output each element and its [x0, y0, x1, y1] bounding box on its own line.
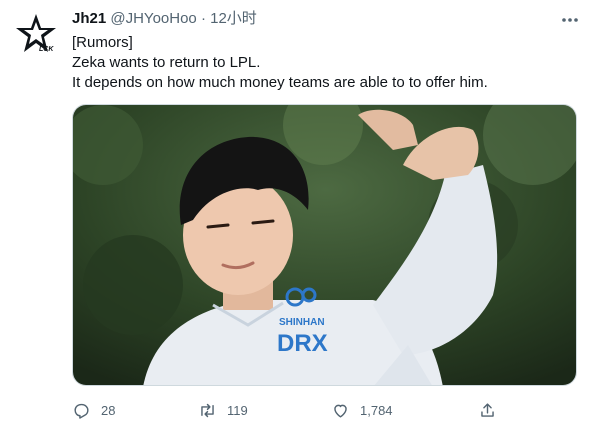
share-button[interactable]: [478, 398, 497, 422]
separator: ·: [200, 10, 206, 27]
tweet-header: Jh21 @JHYooHoo · 12小时: [72, 9, 257, 29]
retweet-count: 119: [227, 402, 248, 418]
handle[interactable]: @JHYooHoo: [110, 10, 196, 27]
like-count: 1,784: [360, 402, 393, 418]
like-button[interactable]: 1,784: [331, 398, 393, 422]
like-icon: [334, 404, 347, 418]
avatar-text: LCK: [39, 46, 54, 53]
tweet-line: Zeka wants to return to LPL.: [72, 54, 261, 71]
share-icon: [481, 402, 494, 417]
tweet-actions: 28 119 1,784: [72, 398, 577, 422]
reply-count: 28: [101, 402, 116, 418]
more-icon: [562, 18, 578, 22]
avatar[interactable]: LCK: [12, 10, 60, 58]
jersey-team-text: DRX: [277, 330, 328, 357]
reply-icon: [74, 403, 89, 419]
lck-logo-icon: LCK: [12, 10, 60, 58]
player-photo: SHINHAN DRX: [73, 105, 576, 385]
tweet-media-image[interactable]: SHINHAN DRX: [72, 104, 577, 386]
reply-button[interactable]: 28: [72, 398, 115, 422]
tweet-text: [Rumors] Zeka wants to return to LPL. It…: [72, 33, 488, 93]
display-name[interactable]: Jh21: [72, 10, 106, 27]
more-options-button[interactable]: [560, 10, 580, 30]
retweet-icon: [201, 403, 214, 417]
retweet-button[interactable]: 119: [198, 398, 248, 422]
jersey-sponsor-text: SHINHAN: [279, 317, 325, 328]
tweet-line: It depends on how much money teams are a…: [72, 74, 488, 91]
timestamp[interactable]: 12小时: [210, 10, 257, 27]
tweet-line: [Rumors]: [72, 34, 133, 51]
